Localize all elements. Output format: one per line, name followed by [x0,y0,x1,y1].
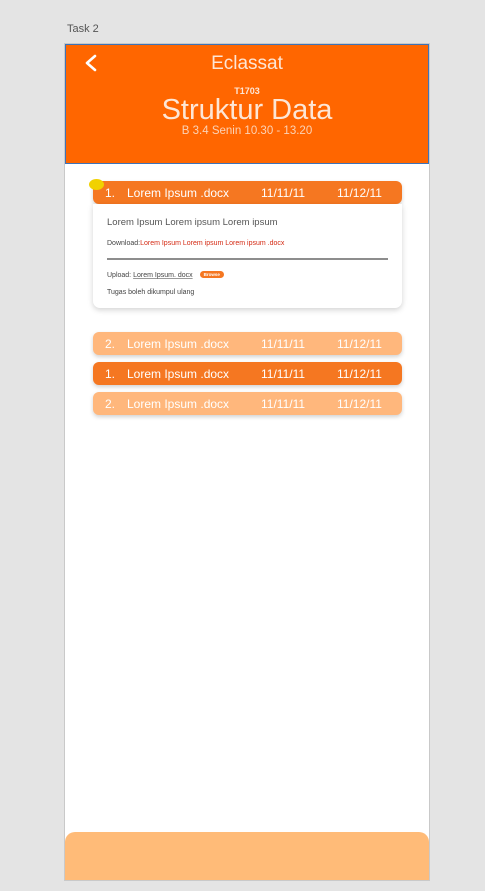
task-due-date: 11/12/11 [337,397,382,411]
task-row[interactable]: 2. Lorem Ipsum .docx 11/11/11 11/12/11 [93,332,402,355]
upload-line: Upload: Lorem Ipsum. docx Browse [107,271,224,279]
task-file-name: Lorem Ipsum .docx [127,186,230,200]
bottom-navigation-bar [65,832,429,880]
task-due-date: 11/12/11 [337,367,382,381]
task-detail-card: Lorem Ipsum Lorem ipsum Lorem ipsum Down… [93,204,402,308]
task-file-name: Lorem Ipsum .docx [127,367,230,381]
app-title: Eclassat [211,53,283,74]
task-row[interactable]: 2. Lorem Ipsum .docx 11/11/11 11/12/11 [93,392,402,415]
resubmit-note: Tugas boleh dikumpul ulang [107,289,195,296]
download-label: Download: [107,240,141,247]
task-start-date: 11/11/11 [261,397,306,411]
task-due-date: 11/12/11 [337,186,382,200]
upload-file-name: Lorem Ipsum. docx [133,272,193,279]
task-start-date: 11/11/11 [261,337,306,351]
task-number: 2. [105,337,116,351]
task-file-name: Lorem Ipsum .docx [127,397,230,411]
browse-button[interactable]: Browse [199,271,224,278]
course-header: Eclassat T1703 Struktur Data B 3.4 Senin… [65,44,429,164]
task-start-date: 11/11/11 [261,186,306,200]
task-number: 2. [105,397,116,411]
phone-screen: Eclassat T1703 Struktur Data B 3.4 Senin… [64,43,430,881]
frame-label: Task 2 [67,23,99,35]
task-file-name: Lorem Ipsum .docx [127,337,230,351]
task-number: 1. [105,367,116,381]
download-line: Download:Lorem Ipsum Lorem ipsum Lorem i… [107,240,284,247]
task-start-date: 11/11/11 [261,367,306,381]
upload-label: Upload: [107,272,132,279]
task-description: Lorem Ipsum Lorem ipsum Lorem ipsum [107,217,278,228]
divider [107,258,388,260]
course-schedule: B 3.4 Senin 10.30 - 13.20 [181,125,313,137]
task-row[interactable]: 1. Lorem Ipsum .docx 11/11/11 11/12/11 [93,362,402,385]
course-name: Struktur Data [161,94,333,126]
download-link[interactable]: Lorem Ipsum Lorem ipsum Lorem ipsum .doc… [140,240,284,247]
highlight-marker-dot [89,179,104,190]
task-row-expanded[interactable]: 1. Lorem Ipsum .docx 11/11/11 11/12/11 [93,181,402,204]
task-due-date: 11/12/11 [337,337,382,351]
task-number: 1. [105,186,116,200]
